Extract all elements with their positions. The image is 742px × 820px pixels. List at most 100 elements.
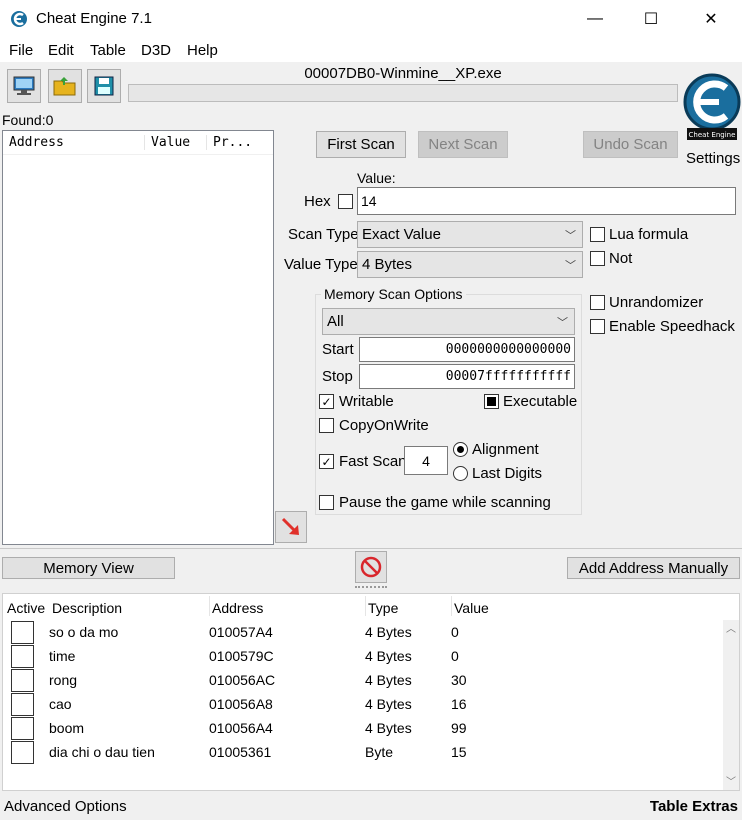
table-scrollbar[interactable]: ︿ ﹀ (723, 620, 739, 790)
scan-progress-bar (128, 84, 678, 102)
row-type: Byte (365, 744, 394, 760)
results-header-row: Address Value Pr... (3, 131, 273, 155)
row-type: 4 Bytes (365, 624, 412, 640)
speedhack-checkbox[interactable] (590, 319, 605, 334)
row-active-checkbox[interactable] (11, 717, 34, 740)
speedhack-label: Enable Speedhack (609, 318, 735, 335)
row-active-checkbox[interactable] (11, 645, 34, 668)
menu-edit[interactable]: Edit (48, 42, 74, 59)
advanced-options-link[interactable]: Advanced Options (4, 798, 127, 815)
memory-region-select[interactable]: All ﹀ (322, 308, 575, 335)
row-description: time (49, 648, 76, 664)
last-digits-radio[interactable] (453, 466, 468, 481)
results-header-address[interactable]: Address (3, 135, 145, 150)
fast-scan-label: Fast Scan (339, 453, 407, 470)
table-header-type[interactable]: Type (368, 600, 398, 616)
window-title: Cheat Engine 7.1 (36, 10, 152, 27)
table-row[interactable]: rong 010056AC 4 Bytes 30 (3, 668, 723, 692)
menu-file[interactable]: File (9, 42, 33, 59)
results-header-previous[interactable]: Pr... (207, 135, 267, 150)
open-file-button[interactable] (48, 69, 82, 103)
red-arrow-icon (281, 517, 299, 535)
copyonwrite-checkbox[interactable] (319, 418, 334, 433)
menu-help[interactable]: Help (187, 42, 218, 59)
fast-scan-alignment-input[interactable]: 4 (404, 446, 448, 475)
row-type: 4 Bytes (365, 648, 412, 664)
found-results-list[interactable]: Address Value Pr... (2, 130, 274, 545)
scroll-down-icon[interactable]: ﹀ (723, 773, 739, 788)
next-scan-button[interactable]: Next Scan (418, 131, 508, 158)
table-row[interactable]: so o da mo 010057A4 4 Bytes 0 (3, 620, 723, 644)
stop-address-input[interactable]: 00007fffffffffff (359, 364, 575, 389)
row-value: 30 (451, 672, 467, 688)
row-type: 4 Bytes (365, 672, 412, 688)
table-header-value[interactable]: Value (454, 600, 489, 616)
menu-d3d[interactable]: D3D (141, 42, 171, 59)
value-label: Value: (357, 170, 396, 186)
executable-checkbox[interactable] (484, 394, 499, 409)
add-selected-to-list-button[interactable] (275, 511, 307, 543)
row-address: 010056A8 (209, 696, 273, 712)
unrandomizer-checkbox[interactable] (590, 295, 605, 310)
table-extras-link[interactable]: Table Extras (650, 798, 738, 815)
add-address-manually-button[interactable]: Add Address Manually (567, 557, 740, 579)
fast-scan-checkbox[interactable]: ✓ (319, 454, 334, 469)
first-scan-button[interactable]: First Scan (316, 131, 406, 158)
executable-label: Executable (503, 393, 578, 410)
cheat-engine-logo-icon[interactable]: Cheat Engine (683, 64, 741, 146)
table-header-address[interactable]: Address (212, 600, 263, 616)
address-table[interactable]: Active Description Address Type Value so… (2, 593, 740, 791)
memory-scan-options-title: Memory Scan Options (321, 286, 466, 302)
value-type-value: 4 Bytes (362, 256, 413, 273)
cheat-engine-app-icon (11, 11, 27, 27)
hex-label: Hex (304, 193, 331, 210)
undo-scan-button[interactable]: Undo Scan (583, 131, 678, 158)
maximize-button[interactable]: ☐ (628, 0, 674, 38)
table-header-description[interactable]: Description (52, 600, 122, 616)
scroll-up-icon[interactable]: ︿ (723, 620, 739, 635)
delete-all-button[interactable] (355, 551, 387, 583)
table-row[interactable]: cao 010056A8 4 Bytes 16 (3, 692, 723, 716)
table-row[interactable]: time 0100579C 4 Bytes 0 (3, 644, 723, 668)
value-input[interactable]: 14 (357, 187, 736, 215)
row-description: boom (49, 720, 85, 736)
writable-checkbox[interactable]: ✓ (319, 394, 334, 409)
row-active-checkbox[interactable] (11, 693, 34, 716)
table-row[interactable]: dia chi o dau tien 01005361 Byte 15 (3, 740, 723, 764)
row-active-checkbox[interactable] (11, 669, 34, 692)
stop-label: Stop (322, 368, 353, 385)
table-row[interactable]: boom 010056A4 4 Bytes 99 (3, 716, 723, 740)
floppy-disk-icon (94, 76, 114, 96)
pause-game-checkbox[interactable] (319, 495, 334, 510)
close-button[interactable]: ✕ (688, 0, 734, 38)
not-checkbox[interactable] (590, 251, 605, 266)
open-process-button[interactable] (7, 69, 41, 103)
scan-type-select[interactable]: Exact Value ﹀ (357, 221, 583, 248)
found-count: Found:0 (2, 112, 54, 128)
settings-link[interactable]: Settings (686, 150, 740, 167)
save-button[interactable] (87, 69, 121, 103)
results-header-value[interactable]: Value (145, 135, 207, 150)
lua-formula-label: Lua formula (609, 226, 689, 243)
row-active-checkbox[interactable] (11, 741, 34, 764)
folder-icon (53, 77, 76, 96)
header-divider (365, 596, 366, 616)
process-name: 00007DB0-Winmine__XP.exe (304, 65, 502, 82)
lua-formula-checkbox[interactable] (590, 227, 605, 242)
scan-type-value: Exact Value (362, 226, 441, 243)
menu-table[interactable]: Table (90, 42, 126, 59)
not-label: Not (609, 250, 633, 267)
copyonwrite-label: CopyOnWrite (339, 417, 429, 434)
hex-checkbox[interactable] (338, 194, 353, 209)
table-header-active[interactable]: Active (7, 600, 45, 616)
row-value: 99 (451, 720, 467, 736)
row-address: 0100579C (209, 648, 274, 664)
row-value: 0 (451, 624, 459, 640)
row-active-checkbox[interactable] (11, 621, 34, 644)
value-type-select[interactable]: 4 Bytes ﹀ (357, 251, 583, 278)
splitter-handle[interactable] (355, 586, 387, 589)
start-address-input[interactable]: 0000000000000000 (359, 337, 575, 362)
minimize-button[interactable]: — (572, 0, 618, 38)
alignment-radio[interactable] (453, 442, 468, 457)
memory-view-button[interactable]: Memory View (2, 557, 175, 579)
